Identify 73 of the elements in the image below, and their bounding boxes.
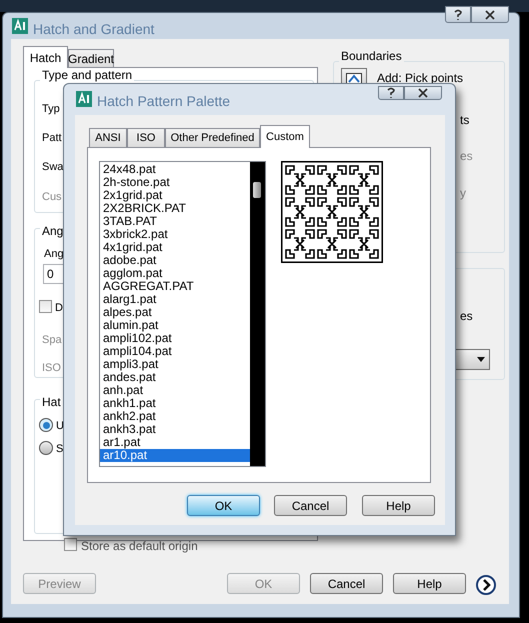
- close-button[interactable]: [471, 6, 509, 23]
- checkbox-label: Store as default origin: [81, 538, 198, 555]
- window-title: Hatch Pattern Palette: [97, 92, 230, 111]
- list-item[interactable]: alpes.pat: [100, 306, 250, 319]
- app-icon: [76, 91, 92, 107]
- list-item[interactable]: AGGREGAT.PAT: [100, 280, 250, 293]
- option-label: es: [460, 148, 473, 165]
- list-item[interactable]: adobe.pat: [100, 254, 250, 267]
- field-label: ISO: [42, 361, 61, 376]
- help-button[interactable]: [378, 86, 404, 100]
- option-label: ts: [460, 112, 470, 129]
- tab[interactable]: Hatch: [23, 46, 68, 68]
- dropdown-arrow-icon: [477, 357, 485, 362]
- list-item[interactable]: ankh2.pat: [100, 410, 250, 423]
- tab[interactable]: ANSI: [89, 128, 127, 148]
- app-icon: [12, 18, 28, 34]
- tab[interactable]: Custom: [260, 125, 310, 148]
- option-label: es: [460, 308, 473, 325]
- list-item[interactable]: ar10.pat: [100, 449, 250, 462]
- list-item[interactable]: 2X2BRICK.PAT: [100, 202, 250, 215]
- list-item[interactable]: 3TAB.PAT: [100, 215, 250, 228]
- field-label: Cus: [42, 190, 62, 205]
- list-item[interactable]: ampli102.pat: [100, 332, 250, 345]
- list-item[interactable]: agglom.pat: [100, 267, 250, 280]
- list-item[interactable]: ankh3.pat: [100, 423, 250, 436]
- radio-button[interactable]: [39, 441, 53, 455]
- list-item[interactable]: andes.pat: [100, 371, 250, 384]
- angle-field[interactable]: 0: [43, 264, 64, 284]
- close-icon: [485, 10, 495, 20]
- list-item[interactable]: ampli104.pat: [100, 345, 250, 358]
- field-label: Ang: [44, 247, 64, 262]
- list-item[interactable]: ampli3.pat: [100, 358, 250, 371]
- checkbox[interactable]: [64, 538, 77, 551]
- list-item[interactable]: 3xbrick2.pat: [100, 228, 250, 241]
- tab[interactable]: Gradient: [68, 49, 114, 68]
- field-label: Typ: [42, 102, 60, 117]
- list-item[interactable]: alumin.pat: [100, 319, 250, 332]
- list-item[interactable]: ar1.pat: [100, 436, 250, 449]
- close-icon: [418, 88, 428, 98]
- window-title: Hatch and Gradient: [33, 20, 154, 39]
- scrollbar-thumb[interactable]: [253, 182, 261, 198]
- list-item[interactable]: 4x1grid.pat: [100, 241, 250, 254]
- tab[interactable]: Other Predefined: [165, 128, 260, 148]
- help-icon: [453, 8, 463, 20]
- field-label: Swa: [42, 160, 64, 175]
- scrollbar[interactable]: [250, 162, 265, 466]
- cancel-button[interactable]: Cancel: [310, 573, 383, 594]
- field-label: Patt: [42, 131, 62, 146]
- list-item[interactable]: alarg1.pat: [100, 293, 250, 306]
- list-item[interactable]: anh.pat: [100, 384, 250, 397]
- pattern-list[interactable]: [99, 161, 266, 467]
- field-label: Spa: [42, 333, 62, 348]
- cancel-button[interactable]: Cancel: [274, 495, 347, 516]
- help-button[interactable]: Help: [393, 573, 466, 594]
- radio-label: S: [56, 442, 64, 457]
- radio-button[interactable]: [39, 418, 53, 432]
- checkbox-label: D: [55, 301, 63, 316]
- close-button[interactable]: [404, 86, 442, 100]
- radio-label: U: [56, 419, 64, 434]
- option-label: y: [460, 185, 466, 202]
- group-title: Type and pattern: [40, 68, 134, 82]
- checkbox[interactable]: [39, 300, 52, 313]
- list-item[interactable]: 2x1grid.pat: [100, 189, 250, 202]
- option-label: Add: Pick points: [377, 70, 464, 87]
- ok-button[interactable]: OK: [187, 495, 260, 516]
- help-button[interactable]: [445, 6, 471, 23]
- list-item[interactable]: 2h-stone.pat: [100, 176, 250, 189]
- list-item[interactable]: 24x48.pat: [100, 163, 250, 176]
- list-item[interactable]: ankh1.pat: [100, 397, 250, 410]
- pick-points-icon: [346, 73, 362, 85]
- tab[interactable]: ISO: [127, 128, 165, 148]
- help-button[interactable]: Help: [362, 495, 435, 516]
- help-icon: [386, 87, 396, 99]
